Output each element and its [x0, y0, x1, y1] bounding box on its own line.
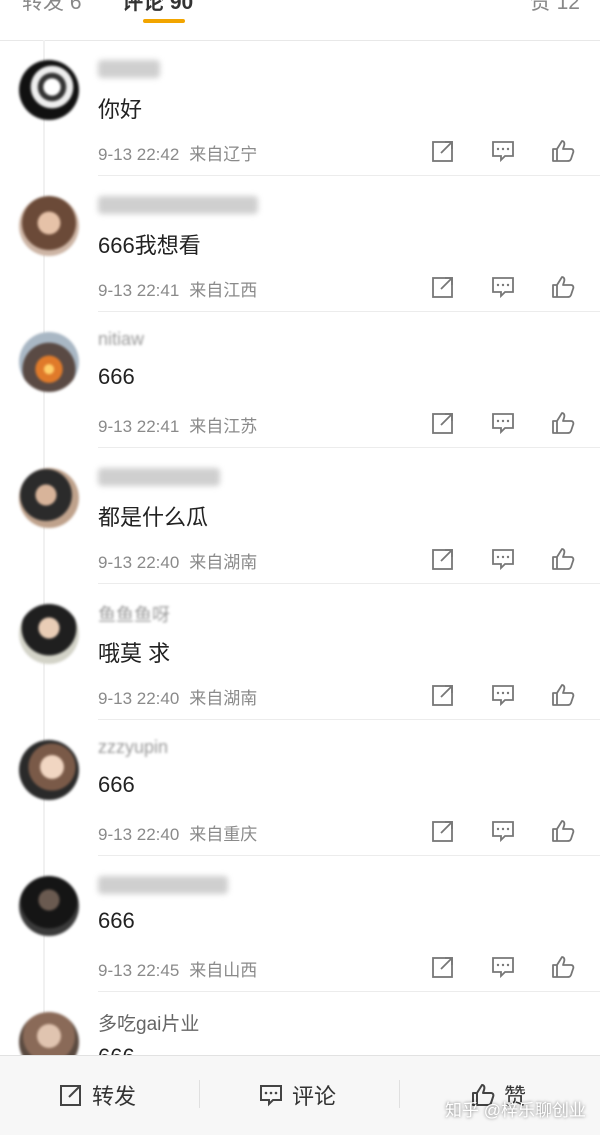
tab-repost[interactable]: 转发 6 [22, 0, 82, 16]
comment-text: 666我想看 [98, 233, 201, 258]
comment-item: 666我想看 9-13 22:41 来自江西 [0, 176, 600, 312]
repost-button[interactable]: 转发 [58, 1078, 136, 1112]
active-tab-indicator [143, 19, 185, 23]
comment-time: 9-13 22:42 [98, 145, 180, 164]
like-icon[interactable] [550, 954, 576, 980]
like-icon[interactable] [550, 682, 576, 708]
share-icon[interactable] [430, 682, 456, 708]
comment-text: 哦莫 求 [98, 641, 171, 666]
share-icon[interactable] [430, 138, 456, 164]
username[interactable]: 鱼鱼鱼呀 [98, 601, 170, 627]
username-blurred[interactable] [98, 196, 258, 214]
reply-icon[interactable] [490, 818, 516, 844]
comment-meta: 9-13 22:42 来自辽宁 [98, 140, 257, 165]
comment-tabs: 转发 6 评论 90 赞 12 [0, 0, 600, 30]
reply-icon[interactable] [490, 274, 516, 300]
like-icon[interactable] [550, 410, 576, 436]
username[interactable]: nitiaw [98, 329, 144, 350]
reply-icon[interactable] [490, 682, 516, 708]
watermark: 知乎 @梓乐聊创业 [445, 1101, 586, 1120]
share-icon[interactable] [430, 410, 456, 436]
tab-comments[interactable]: 评论 90 [122, 0, 193, 16]
comment-location: 来自江苏 [189, 417, 258, 436]
comment-item: 都是什么瓜 9-13 22:40 来自湖南 [0, 448, 600, 584]
avatar[interactable] [19, 1012, 79, 1055]
comment-text: 666 [98, 1044, 135, 1055]
comment-text: 都是什么瓜 [98, 505, 209, 530]
comment-item: 鱼鱼鱼呀 哦莫 求 9-13 22:40 来自湖南 [0, 584, 600, 720]
reply-icon[interactable] [490, 410, 516, 436]
like-icon[interactable] [550, 546, 576, 572]
comment-text: 666 [98, 364, 135, 389]
repost-label: 转发 [92, 1084, 137, 1109]
comment-item: nitiaw 666 9-13 22:41 来自江苏 [0, 312, 600, 448]
comment-meta: 9-13 22:40 来自重庆 [98, 820, 257, 845]
comment-meta: 9-13 22:45 来自山西 [98, 956, 257, 981]
reply-icon[interactable] [490, 954, 516, 980]
repost-icon [60, 1085, 81, 1106]
comment-item: zzzyupin 666 9-13 22:40 来自重庆 [0, 720, 600, 856]
comment-time: 9-13 22:41 [98, 281, 180, 300]
share-icon[interactable] [430, 954, 456, 980]
comment-item: 你好 9-13 22:42 来自辽宁 [0, 40, 600, 176]
comment-location: 来自湖南 [189, 553, 258, 572]
comment-text: 666 [98, 772, 135, 797]
comment-item: 666 9-13 22:45 来自山西 [0, 856, 600, 992]
avatar[interactable] [19, 332, 79, 392]
bar-divider [199, 1080, 200, 1108]
username[interactable]: 多吃gai片业 [98, 1009, 199, 1036]
share-icon[interactable] [430, 818, 456, 844]
comment-time: 9-13 22:40 [98, 553, 180, 572]
like-icon[interactable] [550, 818, 576, 844]
comment-time: 9-13 22:40 [98, 825, 180, 844]
username[interactable]: zzzyupin [98, 737, 168, 758]
comment-time: 9-13 22:45 [98, 961, 180, 980]
comment-time: 9-13 22:41 [98, 417, 180, 436]
comment-item: 多吃gai片业 666 [0, 992, 600, 1055]
avatar[interactable] [19, 604, 79, 664]
comment-meta: 9-13 22:41 来自江西 [98, 276, 257, 301]
avatar[interactable] [19, 60, 79, 120]
avatar[interactable] [19, 740, 79, 800]
comment-meta: 9-13 22:40 来自湖南 [98, 684, 257, 709]
comment-location: 来自江西 [189, 281, 258, 300]
tab-likes[interactable]: 赞 12 [530, 0, 580, 16]
comment-button[interactable]: 评论 [258, 1078, 336, 1112]
username-blurred[interactable] [98, 60, 160, 78]
reply-icon[interactable] [490, 546, 516, 572]
share-icon[interactable] [430, 274, 456, 300]
comment-location: 来自辽宁 [189, 145, 258, 164]
avatar[interactable] [19, 196, 79, 256]
comment-location: 来自湖南 [189, 689, 258, 708]
comment-meta: 9-13 22:41 来自江苏 [98, 412, 257, 437]
bottom-action-bar: 转发 评论 赞 [0, 1055, 600, 1135]
comment-label: 评论 [292, 1084, 337, 1109]
username-blurred[interactable] [98, 468, 220, 486]
comment-text: 666 [98, 908, 135, 933]
share-icon[interactable] [430, 546, 456, 572]
reply-icon[interactable] [490, 138, 516, 164]
like-icon[interactable] [550, 274, 576, 300]
comment-location: 来自重庆 [189, 825, 258, 844]
comment-location: 来自山西 [189, 961, 258, 980]
comment-text: 你好 [98, 97, 143, 122]
like-icon[interactable] [550, 138, 576, 164]
username-blurred[interactable] [98, 876, 228, 894]
bar-divider [399, 1080, 400, 1108]
comment-time: 9-13 22:40 [98, 689, 180, 708]
comment-meta: 9-13 22:40 来自湖南 [98, 548, 257, 573]
comment-icon [260, 1085, 282, 1107]
avatar[interactable] [19, 876, 79, 936]
avatar[interactable] [19, 468, 79, 528]
